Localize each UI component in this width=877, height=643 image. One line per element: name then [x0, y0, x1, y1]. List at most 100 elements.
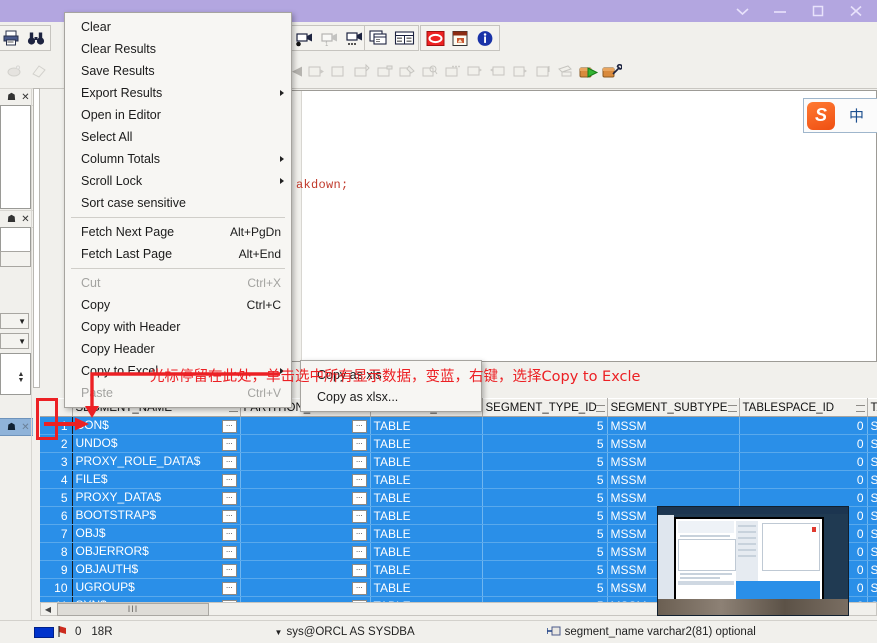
camera-step-icon[interactable]: 1 — [319, 27, 341, 49]
menu-item-save-results[interactable]: Save Results — [65, 60, 291, 82]
cell-segment-type-id[interactable]: 5 — [482, 471, 607, 489]
cell-lov-button[interactable]: ··· — [222, 528, 237, 541]
cell-n[interactable]: 10 — [40, 579, 72, 597]
cell-segment-type[interactable]: TABLE — [370, 417, 482, 435]
cell-segment-type-id[interactable]: 5 — [482, 417, 607, 435]
run-icon[interactable] — [579, 60, 600, 82]
minimize-icon[interactable] — [769, 2, 791, 20]
cell-tablespace-name[interactable]: SYSTEM — [867, 471, 877, 489]
cell-segment-type-id[interactable]: 5 — [482, 525, 607, 543]
cell-lov-button[interactable]: ··· — [222, 456, 237, 469]
sogou-logo-icon[interactable]: S — [807, 102, 835, 130]
cell-segment-type[interactable]: TABLE — [370, 489, 482, 507]
menu-item-export-results[interactable]: Export Results — [65, 82, 291, 104]
printer-icon[interactable] — [0, 27, 22, 49]
cell-segment-name[interactable]: UGROUP$··· — [72, 579, 240, 597]
sogou-ime-widget[interactable]: S 中 — [803, 98, 877, 133]
scroll-left-arrow[interactable]: ◀ — [41, 603, 55, 615]
cell-lov-button[interactable]: ··· — [222, 564, 237, 577]
cell-tablespace-id[interactable]: 0 — [739, 489, 867, 507]
cell-n[interactable]: 4 — [40, 471, 72, 489]
cell-lov-button[interactable]: ··· — [222, 420, 237, 433]
panel-dropdown-1[interactable]: ▼ — [0, 313, 29, 329]
pin-icon[interactable]: ☗ — [6, 92, 17, 103]
menu-item-open-in-editor[interactable]: Open in Editor — [65, 104, 291, 126]
cell-segment-type[interactable]: TABLE — [370, 471, 482, 489]
col-resize-grip[interactable] — [596, 405, 605, 412]
cell-partition-name[interactable]: ··· — [240, 435, 370, 453]
cell-lov-button[interactable]: ··· — [352, 582, 367, 595]
cell-tablespace-name[interactable]: SYSTEM — [867, 453, 877, 471]
cell-lov-button[interactable]: ··· — [222, 582, 237, 595]
results-context-menu[interactable]: ClearClear ResultsSave ResultsExport Res… — [64, 12, 292, 408]
cell-segment-type[interactable]: TABLE — [370, 579, 482, 597]
menu-item-scroll-lock[interactable]: Scroll Lock — [65, 170, 291, 192]
cell-tablespace-name[interactable]: SYSTEM — [867, 561, 877, 579]
cell-lov-button[interactable]: ··· — [352, 546, 367, 559]
cell-lov-button[interactable]: ··· — [222, 492, 237, 505]
col-resize-grip[interactable] — [856, 405, 865, 412]
cell-n[interactable]: 6 — [40, 507, 72, 525]
cell-tablespace-id[interactable]: 0 — [739, 435, 867, 453]
cell-lov-button[interactable]: ··· — [352, 492, 367, 505]
table-row[interactable]: 5PROXY_DATA$······TABLE5MSSM0SYSTEM — [40, 489, 877, 507]
chevron-down-icon[interactable] — [731, 2, 753, 20]
cell-lov-button[interactable]: ··· — [222, 438, 237, 451]
status-connection-group[interactable]: ▼ sys@ORCL AS SYSDBA — [269, 624, 421, 640]
cell-segment-type-id[interactable]: 5 — [482, 453, 607, 471]
record-camera-icon[interactable] — [294, 27, 316, 49]
menu-item-select-all[interactable]: Select All — [65, 126, 291, 148]
cell-lov-button[interactable]: ··· — [352, 438, 367, 451]
cell-segment-type[interactable]: TABLE — [370, 543, 482, 561]
configure-icon[interactable] — [601, 60, 622, 82]
cell-segment-subtype[interactable]: MSSM — [607, 453, 739, 471]
dock-divider[interactable] — [31, 88, 32, 620]
cell-segment-type-id[interactable]: 5 — [482, 579, 607, 597]
cell-segment-type[interactable]: TABLE — [370, 453, 482, 471]
binoculars-icon[interactable] — [25, 27, 47, 49]
cell-n[interactable]: 9 — [40, 561, 72, 579]
cell-tablespace-id[interactable]: 0 — [739, 471, 867, 489]
cell-segment-type-id[interactable]: 5 — [482, 543, 607, 561]
cell-segment-type-id[interactable]: 5 — [482, 561, 607, 579]
cell-partition-name[interactable]: ··· — [240, 417, 370, 435]
cell-tablespace-name[interactable]: SYSTEM — [867, 417, 877, 435]
menu-item-copy[interactable]: CopyCtrl+C — [65, 294, 291, 316]
menu-item-fetch-next-page[interactable]: Fetch Next PageAlt+PgDn — [65, 221, 291, 243]
cell-partition-name[interactable]: ··· — [240, 561, 370, 579]
pdf-export-icon[interactable] — [449, 27, 471, 49]
pin-icon[interactable]: ☗ — [6, 214, 17, 225]
cell-lov-button[interactable]: ··· — [352, 456, 367, 469]
cell-segment-type[interactable]: TABLE — [370, 507, 482, 525]
cell-segment-name[interactable]: CON$··· — [72, 417, 240, 435]
info-icon[interactable] — [474, 27, 496, 49]
cell-segment-type-id[interactable]: 5 — [482, 507, 607, 525]
cell-partition-name[interactable]: ··· — [240, 471, 370, 489]
ime-mode-indicator[interactable]: 中 — [835, 105, 877, 126]
cell-segment-type-id[interactable]: 5 — [482, 489, 607, 507]
close-icon[interactable] — [845, 2, 867, 20]
cell-segment-name[interactable]: OBJ$··· — [72, 525, 240, 543]
cell-lov-button[interactable]: ··· — [222, 546, 237, 559]
col-header-tablespace-name[interactable]: TABLESPACE_NAME — [867, 399, 877, 417]
cell-lov-button[interactable]: ··· — [222, 510, 237, 523]
pin-icon[interactable]: ☗ — [6, 422, 17, 433]
cell-partition-name[interactable]: ··· — [240, 525, 370, 543]
menu-item-column-totals[interactable]: Column Totals — [65, 148, 291, 170]
menu-item-fetch-last-page[interactable]: Fetch Last PageAlt+End — [65, 243, 291, 265]
cell-segment-type-id[interactable]: 5 — [482, 435, 607, 453]
cell-segment-name[interactable]: FILE$··· — [72, 471, 240, 489]
menu-item-sort-case-sensitive[interactable]: Sort case sensitive — [65, 192, 291, 214]
cell-segment-subtype[interactable]: MSSM — [607, 435, 739, 453]
table-row[interactable]: 4FILE$······TABLE5MSSM0SYSTEM — [40, 471, 877, 489]
submenu-item-copy-as-xlsx[interactable]: Copy as xlsx... — [301, 386, 481, 408]
menu-item-clear-results[interactable]: Clear Results — [65, 38, 291, 60]
cell-segment-name[interactable]: BOOTSTRAP$··· — [72, 507, 240, 525]
cell-lov-button[interactable]: ··· — [352, 474, 367, 487]
cell-n[interactable]: 8 — [40, 543, 72, 561]
cell-lov-button[interactable]: ··· — [222, 474, 237, 487]
cell-tablespace-name[interactable]: SYSTEM — [867, 525, 877, 543]
panel-body-1[interactable] — [0, 105, 31, 209]
cell-segment-type[interactable]: TABLE — [370, 561, 482, 579]
cell-segment-type[interactable]: TABLE — [370, 435, 482, 453]
